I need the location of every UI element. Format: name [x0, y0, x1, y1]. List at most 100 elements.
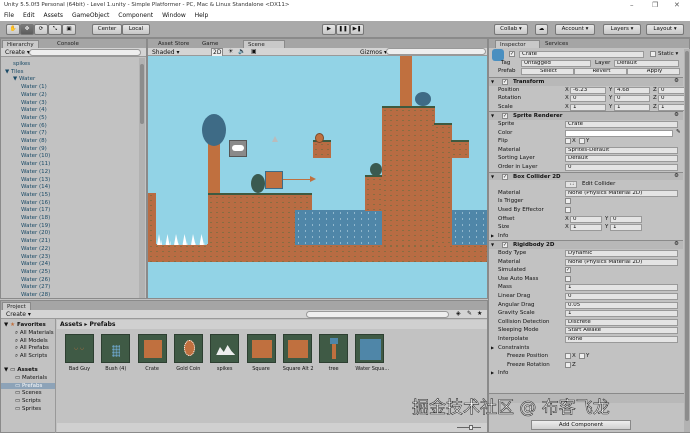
- project-create-dropdown[interactable]: Create ▾: [6, 311, 31, 318]
- component-enabled-checkbox[interactable]: ✓: [502, 173, 508, 180]
- shading-dropdown[interactable]: Shaded ▾: [152, 49, 180, 56]
- checkbox[interactable]: [565, 207, 571, 213]
- assets-folder[interactable]: ▼ ▭ Assets: [4, 367, 38, 373]
- move-gizmo-y-arrow-icon[interactable]: [272, 136, 278, 142]
- tab-project[interactable]: Project: [2, 302, 31, 310]
- scene-viewport[interactable]: [148, 56, 487, 298]
- eyedropper-icon[interactable]: ✎: [676, 129, 681, 135]
- play-button[interactable]: ▶: [322, 24, 336, 35]
- prefab-asset[interactable]: Gold Coin: [173, 334, 203, 372]
- property-value-field[interactable]: 0: [565, 293, 678, 300]
- tab-game[interactable]: Game: [198, 40, 222, 48]
- breadcrumb-prefabs[interactable]: Prefabs: [90, 321, 116, 328]
- step-button[interactable]: ▶❚: [350, 24, 364, 35]
- hierarchy-item[interactable]: Water (12): [21, 169, 50, 175]
- collab-button[interactable]: Collab ▾: [494, 24, 528, 35]
- hierarchy-search-input[interactable]: [29, 49, 141, 56]
- asset-folder[interactable]: ▭ Scenes: [1, 390, 55, 396]
- hierarchy-item[interactable]: Water (18): [21, 215, 50, 221]
- prefab-asset[interactable]: tree: [319, 334, 349, 372]
- vector-y-input[interactable]: 1: [610, 224, 642, 232]
- foldout-arrow-icon[interactable]: ▼: [491, 174, 494, 179]
- hierarchy-item[interactable]: Water (14): [21, 184, 50, 190]
- vector-y-input[interactable]: 4.68: [614, 86, 650, 94]
- hierarchy-item[interactable]: Water (22): [21, 246, 50, 252]
- hierarchy-item[interactable]: Water (16): [21, 200, 50, 206]
- hierarchy-item[interactable]: Water (9): [21, 146, 47, 152]
- foldout-arrow-icon[interactable]: ▶: [491, 370, 494, 375]
- property-value-field[interactable]: Crate: [565, 121, 678, 128]
- tab-asset-store[interactable]: Asset Store: [154, 40, 193, 48]
- hierarchy-item[interactable]: Water (10): [21, 153, 50, 159]
- checkbox[interactable]: ✓: [565, 267, 571, 274]
- filter-label-icon[interactable]: ✎: [467, 310, 472, 317]
- prefab-revert-button[interactable]: Revert: [574, 68, 627, 75]
- vector-x-input[interactable]: -6.23: [570, 86, 606, 94]
- menu-assets[interactable]: Assets: [44, 12, 64, 19]
- vector-y-input[interactable]: 0: [614, 95, 650, 103]
- audio-toggle-icon[interactable]: 🔈: [238, 48, 245, 55]
- asset-folder[interactable]: ▭ Prefabs: [1, 382, 55, 389]
- prefab-asset[interactable]: Water Squa...: [355, 334, 389, 372]
- hierarchy-item[interactable]: Water (19): [21, 223, 50, 229]
- pause-button[interactable]: ❚❚: [336, 24, 350, 35]
- lighting-toggle-icon[interactable]: ☀: [228, 48, 233, 55]
- hierarchy-item[interactable]: Water (13): [21, 177, 50, 183]
- pivot-local-button[interactable]: Local: [122, 24, 150, 35]
- edit-collider-button[interactable]: ⛶: [565, 181, 577, 189]
- vector-x-input[interactable]: 0: [570, 215, 602, 223]
- scene-search-input[interactable]: [386, 48, 486, 55]
- settings-gear-icon[interactable]: ⚙: [674, 241, 679, 247]
- hierarchy-item[interactable]: Water (5): [21, 115, 47, 121]
- prefab-asset[interactable]: Crate: [137, 334, 167, 372]
- inspector-scrollbar[interactable]: [684, 49, 690, 432]
- favorites-folder[interactable]: ▼ ★ Favorites: [4, 322, 46, 328]
- vector-x-input[interactable]: 1: [570, 103, 606, 111]
- property-value-field[interactable]: 1: [565, 284, 678, 292]
- vector-y-input[interactable]: 0: [610, 215, 642, 223]
- tab-hierarchy[interactable]: Hierarchy: [2, 40, 39, 48]
- tab-inspector[interactable]: Inspector: [495, 40, 540, 48]
- hierarchy-item[interactable]: Water (2): [21, 92, 47, 98]
- favorite-item[interactable]: ⌕ All Prefabs: [15, 345, 49, 352]
- checkbox[interactable]: [565, 275, 571, 282]
- vector-x-input[interactable]: 0: [570, 95, 606, 103]
- property-value-field[interactable]: 0.05: [565, 301, 678, 309]
- checkbox[interactable]: [579, 353, 585, 360]
- rect-tool-icon[interactable]: ▣: [62, 24, 76, 35]
- settings-gear-icon[interactable]: ⚙: [674, 78, 679, 84]
- property-row[interactable]: Constraints ▶: [489, 344, 683, 353]
- hierarchy-item[interactable]: ▼ Water: [13, 76, 35, 82]
- checkbox[interactable]: [579, 138, 585, 145]
- property-value-field[interactable]: 1: [565, 310, 678, 318]
- hand-tool-icon[interactable]: ✋: [6, 24, 20, 35]
- property-value-field[interactable]: None (Physics Material 2D): [565, 189, 678, 197]
- favorite-star-icon[interactable]: ★: [477, 310, 482, 317]
- component-enabled-checkbox[interactable]: ✓: [502, 79, 508, 85]
- hierarchy-item[interactable]: Water (28): [21, 292, 50, 298]
- object-name-input[interactable]: Crate: [519, 51, 644, 58]
- hierarchy-item[interactable]: Water (3): [21, 100, 47, 106]
- hierarchy-item[interactable]: Water (25): [21, 269, 50, 275]
- tab-scene[interactable]: Scene: [243, 40, 285, 48]
- thumbnail-size-slider[interactable]: [457, 425, 481, 430]
- asset-folder[interactable]: ▭ Materials: [1, 375, 55, 381]
- tag-dropdown[interactable]: Untagged: [521, 59, 591, 67]
- menu-help[interactable]: Help: [195, 12, 209, 19]
- account-dropdown[interactable]: Account ▾: [555, 24, 595, 35]
- foldout-arrow-icon[interactable]: ▼: [491, 113, 494, 118]
- property-row[interactable]: Info ▶: [489, 232, 683, 241]
- checkbox[interactable]: [565, 138, 571, 145]
- gizmos-dropdown[interactable]: Gizmos ▾: [360, 49, 387, 56]
- prefab-select-button[interactable]: Select: [521, 68, 574, 75]
- hierarchy-item[interactable]: Water (20): [21, 230, 50, 236]
- vector-y-input[interactable]: 1: [614, 103, 650, 111]
- hierarchy-item[interactable]: Water (27): [21, 284, 50, 290]
- static-dropdown[interactable]: Static ▾: [658, 51, 678, 57]
- component-header[interactable]: Box Collider 2D ▼ ✓ ⚙: [489, 171, 683, 181]
- vector-x-input[interactable]: 1: [570, 224, 602, 232]
- component-header[interactable]: Rigidbody 2D ▼ ✓ ⚙: [489, 240, 683, 249]
- property-value-field[interactable]: 0: [565, 164, 678, 171]
- favorite-item[interactable]: ⌕ All Models: [15, 338, 48, 345]
- prefab-asset[interactable]: Square: [246, 334, 276, 372]
